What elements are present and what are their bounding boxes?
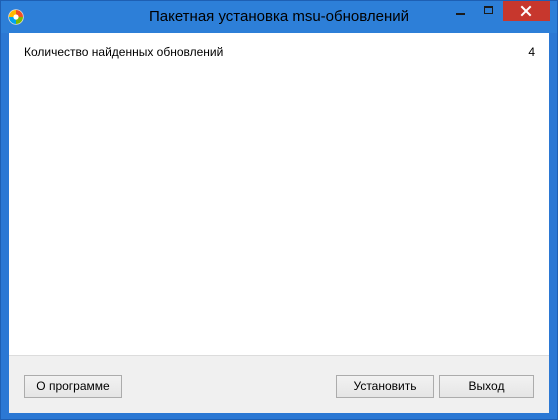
content-area: Количество найденных обновлений 4 [9, 33, 549, 355]
footer-panel: О программе Установить Выход [9, 355, 549, 413]
maximize-button[interactable] [475, 1, 503, 21]
updates-count-value: 4 [528, 45, 535, 59]
updates-count-label: Количество найденных обновлений [24, 45, 224, 59]
about-button[interactable]: О программе [24, 375, 122, 398]
minimize-button[interactable] [447, 1, 475, 21]
close-icon [520, 5, 532, 17]
app-window: Пакетная установка msu-обновлений Количе… [0, 0, 558, 420]
close-button[interactable] [503, 1, 550, 21]
exit-button[interactable]: Выход [439, 375, 534, 398]
title-bar[interactable]: Пакетная установка msu-обновлений [1, 1, 557, 33]
install-button[interactable]: Установить [336, 375, 434, 398]
